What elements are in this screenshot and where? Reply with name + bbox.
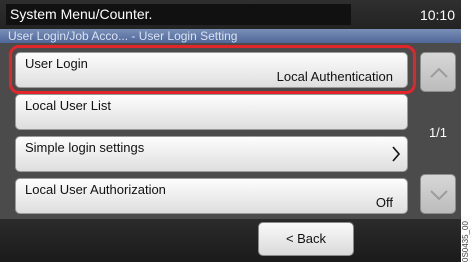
- footer-bar: < Back: [0, 219, 461, 262]
- selection-highlight: [9, 45, 416, 94]
- scroll-column: 1/1: [420, 52, 456, 214]
- chevron-down-icon: [430, 190, 448, 201]
- simple-login-settings-label: Simple login settings: [25, 140, 145, 155]
- simple-login-settings-row[interactable]: Simple login settings: [15, 136, 408, 172]
- chevron-right-icon: [392, 146, 401, 162]
- scroll-down-button[interactable]: [420, 174, 456, 214]
- title-bar: System Menu/Counter. 10:10: [0, 0, 461, 29]
- local-user-list-row[interactable]: Local User List: [15, 94, 408, 130]
- page-indicator: 1/1: [428, 125, 448, 140]
- local-user-authorization-value: Off: [375, 195, 393, 210]
- scroll-up-button[interactable]: [420, 52, 456, 92]
- local-user-authorization-label: Local User Authorization: [25, 182, 166, 197]
- page-title: System Menu/Counter.: [6, 4, 351, 25]
- back-button[interactable]: < Back: [258, 222, 354, 256]
- local-user-list-label: Local User List: [25, 98, 111, 113]
- local-user-authorization-row[interactable]: Local User Authorization Off: [15, 178, 408, 214]
- breadcrumb: User Login/Job Acco... - User Login Sett…: [0, 29, 461, 43]
- figure-code: 0S0435_00: [461, 221, 470, 262]
- chevron-up-icon: [430, 67, 448, 78]
- clock: 10:10: [419, 7, 455, 23]
- panel-screen: System Menu/Counter. 10:10 User Login/Jo…: [0, 0, 461, 262]
